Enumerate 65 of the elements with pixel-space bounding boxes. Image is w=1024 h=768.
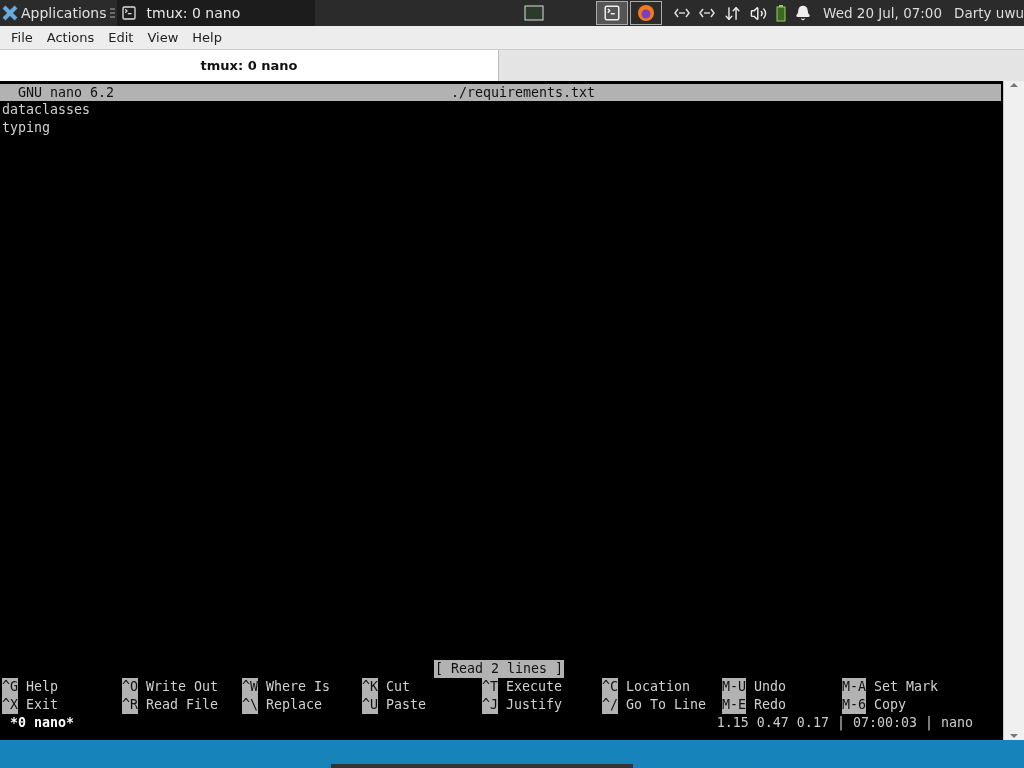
shortcut-label: Help <box>26 678 59 696</box>
shortcut-key: ^J <box>482 696 498 714</box>
scroll-down-icon[interactable] <box>1009 732 1019 740</box>
transfer-icon[interactable] <box>724 4 742 22</box>
applications-menu[interactable]: Applications <box>0 0 117 26</box>
terminal-launcher[interactable] <box>596 1 629 25</box>
menu-item[interactable]: Help <box>185 30 229 45</box>
shortcut-key: M-E <box>722 696 747 714</box>
shortcut-label: Set Mark <box>874 678 939 696</box>
shortcut-label: Undo <box>754 678 787 696</box>
tmux-status: 1.15 0.47 0.17 | 07:00:03 | nano <box>716 714 973 732</box>
browser-launcher[interactable] <box>630 1 663 25</box>
browser-icon <box>636 3 657 23</box>
shortcut-label: Location <box>626 678 691 696</box>
nano-version: GNU nano 6.2 <box>18 84 116 101</box>
shortcut-label: Cut <box>386 678 411 696</box>
shortcut-label: Redo <box>754 696 787 714</box>
shortcut-label: Justify <box>506 696 563 714</box>
file-name: ./requirements.txt <box>451 84 596 101</box>
shortcut-key: ^W <box>242 678 258 696</box>
network-icon[interactable] <box>674 8 691 18</box>
shortcut-label: Read File <box>146 696 219 714</box>
shortcut-label: Execute <box>506 678 563 696</box>
shortcut-key: ^R <box>122 696 138 714</box>
shortcut-key: ^U <box>362 696 378 714</box>
terminal-icon <box>603 4 622 22</box>
menu-icon <box>109 8 115 18</box>
shortcut-key: M-U <box>722 678 747 696</box>
shortcut-label: Go To Line <box>626 696 707 714</box>
shortcut-label: Replace <box>266 696 323 714</box>
menu-item[interactable]: Edit <box>101 30 141 45</box>
battery-icon[interactable] <box>776 4 787 22</box>
shortcut-key: ^K <box>362 678 378 696</box>
menu-item[interactable]: Actions <box>39 30 102 45</box>
taskbar-button[interactable]: tmux: 0 nano <box>116 0 315 26</box>
shortcut-label: Where Is <box>266 678 331 696</box>
terminal-icon <box>120 5 137 21</box>
workspace-icon[interactable] <box>524 5 545 21</box>
shortcut-key: ^T <box>482 678 498 696</box>
bell-icon[interactable] <box>795 5 812 21</box>
shortcut-key: ^\ <box>242 696 258 714</box>
clock[interactable]: Wed 20 Jul, 07:00 <box>823 5 943 21</box>
menu-item[interactable]: View <box>140 30 186 45</box>
shortcut-key: ^C <box>602 678 618 696</box>
x-logo-icon <box>2 5 18 21</box>
text-line: dataclasses <box>1 101 91 119</box>
shortcut-label: Exit <box>26 696 59 714</box>
status-message: [ Read 2 lines ] <box>434 660 565 678</box>
scrollbar[interactable] <box>1003 81 1024 740</box>
shortcut-key: ^O <box>122 678 138 696</box>
shortcut-label: Write Out <box>146 678 219 696</box>
shortcut-key: ^G <box>2 678 18 696</box>
user-name[interactable]: Darty uwu <box>954 5 1024 21</box>
tmux-window: *0 nano* <box>10 714 75 732</box>
shortcut-label: Paste <box>386 696 427 714</box>
volume-icon[interactable] <box>750 4 768 22</box>
terminal-tab[interactable]: tmux: 0 nano <box>0 50 499 81</box>
shortcut-key: ^/ <box>602 696 618 714</box>
shortcut-key: M-A <box>842 678 867 696</box>
network-icon[interactable] <box>699 8 716 18</box>
shortcut-label: Copy <box>874 696 907 714</box>
shortcut-key: ^X <box>2 696 18 714</box>
menu-item[interactable]: File <box>4 30 40 45</box>
shortcut-key: M-6 <box>842 696 867 714</box>
text-line: typing <box>1 119 51 137</box>
